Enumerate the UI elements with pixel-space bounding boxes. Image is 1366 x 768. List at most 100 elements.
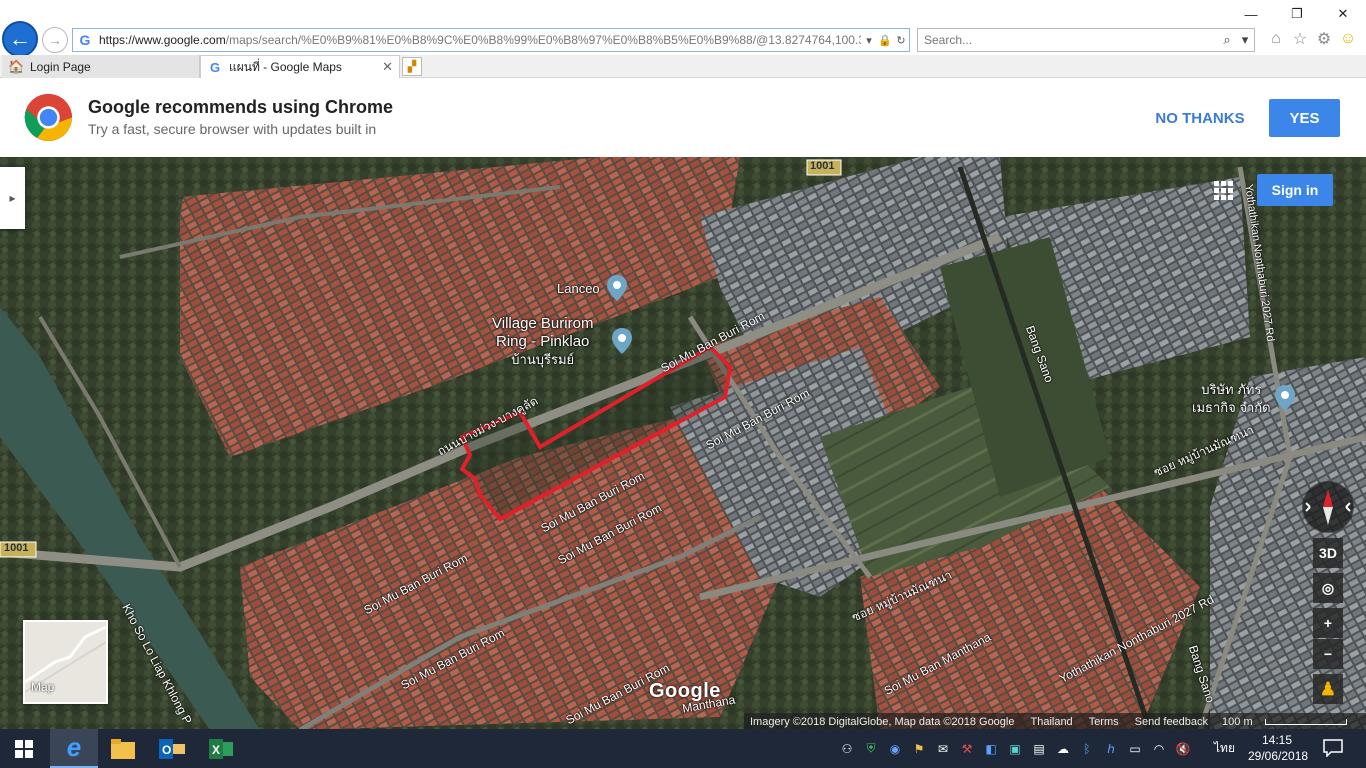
browser-search-input[interactable]: [924, 33, 1218, 47]
minimap-label: Map: [31, 680, 55, 694]
side-panel-toggle[interactable]: ▸: [0, 167, 25, 229]
apps-grid-button[interactable]: [1212, 179, 1234, 201]
google-favicon-icon: G: [79, 32, 91, 48]
window-controls: — ❐ ✕: [1228, 0, 1366, 28]
search-icon[interactable]: ⌕: [1218, 32, 1236, 48]
dropdown-icon[interactable]: ▾: [861, 34, 877, 47]
scale-bar: [1264, 718, 1347, 725]
tab-login-page[interactable]: 🏠 Login Page: [2, 55, 200, 78]
chrome-tray-icon[interactable]: ◉: [886, 740, 904, 758]
browser-search-box[interactable]: ⌕ ▾: [917, 28, 1255, 52]
no-thanks-button[interactable]: NO THANKS: [1145, 99, 1255, 137]
map-footer: Imagery ©2018 DigitalGlobe, Map data ©20…: [744, 713, 1366, 730]
yes-button[interactable]: YES: [1269, 99, 1340, 137]
notification-icon: [1323, 739, 1343, 757]
chrome-logo-icon: [24, 94, 72, 141]
my-location-button[interactable]: ◎: [1313, 573, 1343, 603]
favorites-star-icon[interactable]: ☆: [1290, 28, 1310, 50]
home-icon[interactable]: ⌂: [1266, 28, 1286, 50]
security-shield-icon[interactable]: ⛨: [862, 740, 880, 758]
crosshair-icon: ◎: [1321, 579, 1335, 596]
arrow-left-icon: ←: [9, 26, 31, 51]
windows-logo-icon: [15, 739, 33, 758]
chrome-promo-banner: Google recommends using Chrome Try a fas…: [0, 78, 1366, 157]
minimize-button[interactable]: —: [1228, 0, 1274, 28]
flag-icon[interactable]: ⚑: [910, 740, 928, 758]
monitor-icon[interactable]: ▣: [1006, 740, 1024, 758]
banner-subtitle: Try a fast, secure browser with updates …: [88, 121, 377, 137]
map-pin-icon[interactable]: [607, 275, 627, 301]
new-tab-button[interactable]: ▞: [402, 57, 422, 76]
input-language[interactable]: ไทย: [1214, 739, 1235, 758]
taskbar-excel[interactable]: X: [197, 729, 245, 768]
volume-muted-icon[interactable]: 🔇: [1174, 740, 1192, 758]
arrow-right-icon: →: [48, 32, 62, 48]
wifi-icon[interactable]: ◠: [1150, 740, 1168, 758]
close-window-button[interactable]: ✕: [1320, 0, 1366, 28]
clock-date: 29/06/2018: [1248, 749, 1309, 763]
gear-icon[interactable]: ⚙: [1314, 28, 1334, 50]
network-device-icon[interactable]: ▤: [1030, 740, 1048, 758]
imagery-attribution: Imagery ©2018 DigitalGlobe, Map data ©20…: [750, 715, 1015, 728]
zoom-in-button[interactable]: +: [1313, 608, 1343, 638]
windows-taskbar: e O X ⚇ ⛨ ◉ ⚑ ✉ ⚒ ◧ ▣ ▤ ☁ ᛒ ℎ ▭ ◠ 🔇 ไทย …: [0, 729, 1366, 768]
address-bar[interactable]: G https://www.google.com/maps/search/%E0…: [72, 28, 910, 52]
street-view-pegman[interactable]: ♟: [1313, 674, 1343, 704]
tab-google-maps[interactable]: G แผนที่ - Google Maps ✕: [200, 55, 400, 78]
tab-label: Login Page: [30, 59, 91, 74]
taskbar-file-explorer[interactable]: [99, 729, 147, 768]
browser-toolbar-icons: ⌂ ☆ ⚙ ☺: [1266, 28, 1358, 50]
satellite-map[interactable]: 1001 1001 Lanceo Village Burirom Ring - …: [0, 157, 1366, 730]
taskbar-clock[interactable]: 14:15 29/06/2018: [1248, 732, 1309, 764]
taskbar-internet-explorer[interactable]: e: [50, 729, 98, 768]
action-center-button[interactable]: [1318, 737, 1348, 759]
terms-link[interactable]: Terms: [1089, 716, 1119, 728]
banner-title: Google recommends using Chrome: [88, 97, 394, 117]
system-tray: ⚇ ⛨ ◉ ⚑ ✉ ⚒ ◧ ▣ ▤ ☁ ᛒ ℎ ▭ ◠ 🔇: [838, 729, 1192, 768]
bluetooth-icon[interactable]: ᛒ: [1078, 740, 1096, 758]
map-pin-icon[interactable]: [612, 328, 632, 354]
3d-toggle-button[interactable]: 3D: [1313, 538, 1343, 568]
pegman-icon: ♟: [1319, 678, 1337, 699]
address-url[interactable]: https://www.google.com/maps/search/%E0%B…: [99, 33, 861, 47]
map-layer-toggle[interactable]: Map: [23, 620, 108, 704]
onedrive-cloud-icon[interactable]: ☁: [1054, 740, 1072, 758]
google-favicon-icon: G: [209, 59, 221, 75]
battery-icon[interactable]: ▭: [1126, 740, 1144, 758]
compass-icon[interactable]: [1302, 481, 1354, 533]
excel-icon: X: [209, 738, 233, 759]
hp-icon[interactable]: ℎ: [1102, 740, 1120, 758]
start-button[interactable]: [0, 729, 48, 768]
zoom-out-button[interactable]: −: [1313, 639, 1343, 669]
tool-icon[interactable]: ⚒: [958, 740, 976, 758]
refresh-icon[interactable]: ↻: [893, 34, 909, 47]
taskbar-outlook[interactable]: O: [148, 729, 196, 768]
map-pin-icon[interactable]: [1275, 385, 1295, 411]
chevron-down-icon[interactable]: ▾: [1236, 32, 1254, 48]
restore-button[interactable]: ❐: [1274, 0, 1320, 28]
close-tab-icon[interactable]: ✕: [382, 59, 393, 75]
google-logo: Google: [649, 680, 721, 702]
new-tab-icon: ▞: [407, 61, 417, 73]
svg-text:O: O: [162, 743, 171, 757]
scale-label[interactable]: 100 m: [1222, 716, 1253, 728]
mail-icon[interactable]: ✉: [934, 740, 952, 758]
people-icon[interactable]: ⚇: [838, 740, 856, 758]
url-domain: https://www.google.com: [99, 33, 226, 47]
outlook-tray-icon[interactable]: ◧: [982, 740, 1000, 758]
folder-icon: [111, 738, 135, 759]
browser-titlebar: ← → G https://www.google.com/maps/search…: [0, 0, 1366, 57]
sign-in-button[interactable]: Sign in: [1257, 174, 1333, 206]
tab-bar: 🏠 Login Page G แผนที่ - Google Maps ✕ ▞: [0, 55, 1366, 78]
smiley-feedback-icon[interactable]: ☺: [1338, 28, 1358, 50]
outlook-icon: O: [159, 738, 185, 759]
country-link[interactable]: Thailand: [1030, 716, 1072, 728]
chevron-right-icon: ▸: [9, 191, 16, 205]
tab-label: แผนที่ - Google Maps: [229, 59, 342, 74]
internet-explorer-icon: e: [66, 732, 82, 762]
send-feedback-link[interactable]: Send feedback: [1135, 716, 1208, 728]
forward-button[interactable]: →: [42, 27, 68, 53]
lock-icon[interactable]: 🔒: [877, 34, 893, 47]
house-icon: 🏠: [8, 58, 25, 74]
back-button[interactable]: ←: [2, 21, 38, 57]
